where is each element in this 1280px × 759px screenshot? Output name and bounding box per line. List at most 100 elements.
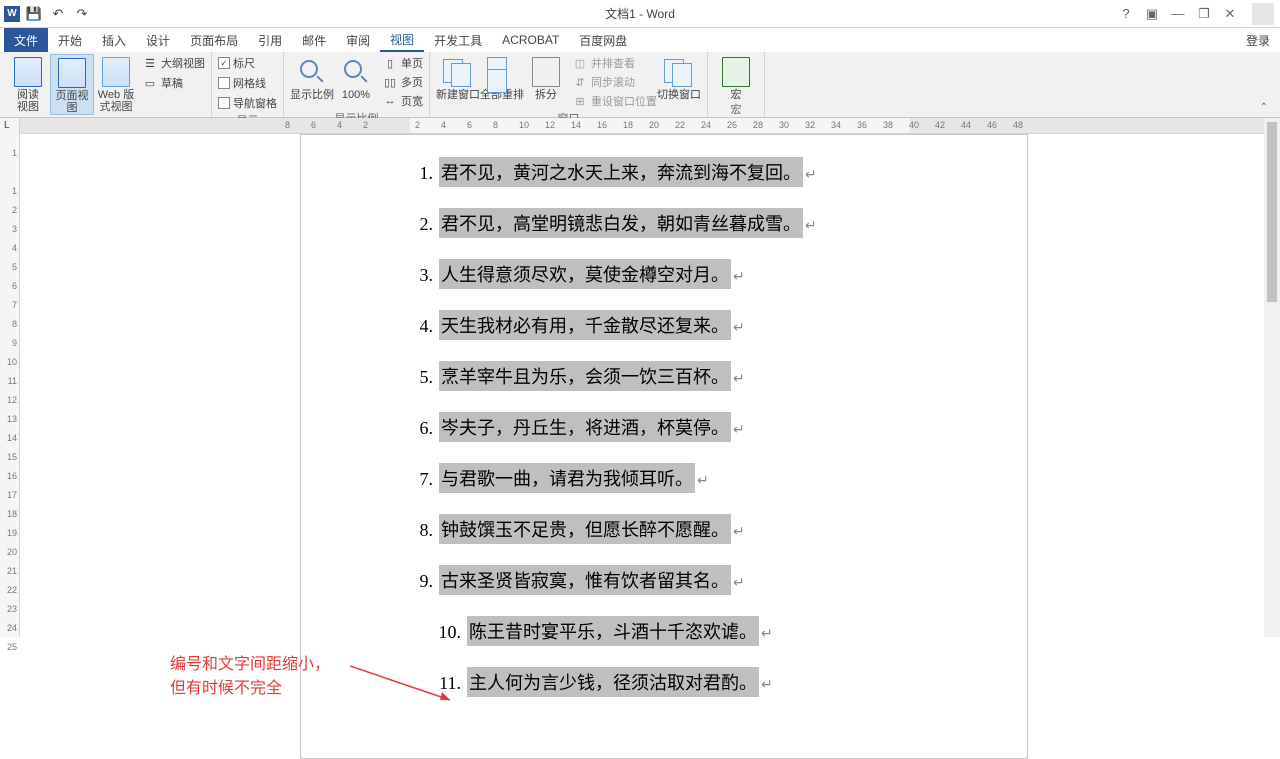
tab-developer[interactable]: 开发工具	[424, 28, 492, 52]
nav-pane-checkbox[interactable]: 导航窗格	[218, 94, 277, 112]
minimize-icon[interactable]: —	[1168, 4, 1188, 24]
ruler-tick: 16	[7, 471, 17, 481]
list-item[interactable]: 1.君不见，黄河之水天上来，奔流到海不复回。↵	[405, 157, 1027, 187]
draft-icon: ▭	[142, 76, 158, 90]
list-item[interactable]: 3.人生得意须尽欢，莫使金樽空对月。↵	[405, 259, 1027, 289]
ribbon: 阅读 视图 页面视图 Web 版式视图 ☰大纲视图 ▭草稿 视图 ✓标尺 网格线…	[0, 52, 1280, 118]
tab-references[interactable]: 引用	[248, 28, 292, 52]
outline-view-button[interactable]: ☰大纲视图	[142, 54, 205, 72]
window-controls: ? ▣ — ❐ ✕	[1116, 3, 1280, 25]
ruler-tick: 22	[7, 585, 17, 595]
print-layout-button[interactable]: 页面视图	[50, 54, 94, 115]
tab-acrobat[interactable]: ACROBAT	[492, 28, 569, 52]
multi-page-button[interactable]: ▯▯多页	[382, 73, 423, 91]
list-text[interactable]: 钟鼓馔玉不足贵，但愿长醉不愿醒。	[439, 514, 731, 544]
zoom-100-button[interactable]: 100%	[334, 54, 378, 101]
undo-icon[interactable]: ↶	[48, 4, 68, 24]
ruler-tick: 20	[649, 120, 659, 130]
list-number: 5.	[405, 367, 433, 388]
list-item[interactable]: 5.烹羊宰牛且为乐，会须一饮三百杯。↵	[405, 361, 1027, 391]
macros-button[interactable]: 宏	[714, 54, 758, 101]
ruler-tick: 14	[571, 120, 581, 130]
new-window-button[interactable]: 新建窗口	[436, 54, 480, 101]
close-icon[interactable]: ✕	[1220, 4, 1240, 24]
group-macros-label: 宏	[714, 101, 758, 119]
ruler-checkbox[interactable]: ✓标尺	[218, 54, 255, 72]
zoom-button[interactable]: 显示比例	[290, 54, 334, 101]
list-text[interactable]: 人生得意须尽欢，莫使金樽空对月。	[439, 259, 731, 289]
document-scroll: 8642246810121416182022242628303234363840…	[20, 118, 1280, 637]
list-item[interactable]: 2.君不见，高堂明镜悲白发，朝如青丝暮成雪。↵	[405, 208, 1027, 238]
account-avatar[interactable]	[1252, 3, 1274, 25]
tab-mailings[interactable]: 邮件	[292, 28, 336, 52]
group-views: 阅读 视图 页面视图 Web 版式视图 ☰大纲视图 ▭草稿 视图	[0, 52, 212, 117]
tab-baidupan[interactable]: 百度网盘	[569, 28, 637, 52]
horizontal-ruler[interactable]: 8642246810121416182022242628303234363840…	[20, 118, 1280, 134]
list-item[interactable]: 6.岑夫子，丹丘生，将进酒，杯莫停。↵	[405, 412, 1027, 442]
list-text[interactable]: 君不见，高堂明镜悲白发，朝如青丝暮成雪。	[439, 208, 803, 238]
ruler-tick: 11	[8, 376, 17, 386]
list-text[interactable]: 天生我材必有用，千金散尽还复来。	[439, 310, 731, 340]
scrollbar-thumb[interactable]	[1267, 122, 1277, 302]
tab-layout[interactable]: 页面布局	[180, 28, 248, 52]
ruler-tick: 17	[7, 490, 17, 500]
page-width-button[interactable]: ↔页宽	[382, 92, 423, 110]
macros-icon	[720, 56, 752, 88]
document-area: L 11234567891011121314151617181920212223…	[0, 118, 1280, 637]
quick-access-toolbar: W 💾 ↶ ↷	[0, 4, 96, 24]
paragraph-mark-icon: ↵	[697, 472, 709, 489]
restore-icon[interactable]: ❐	[1194, 4, 1214, 24]
ruler-tick: 46	[987, 120, 997, 130]
sign-in-link[interactable]: 登录	[1246, 32, 1270, 49]
vertical-ruler[interactable]: L 11234567891011121314151617181920212223…	[0, 118, 20, 637]
tab-home[interactable]: 开始	[48, 28, 92, 52]
list-text[interactable]: 主人何为言少钱，径须沽取对君酌。	[467, 667, 759, 697]
new-window-icon	[442, 56, 474, 88]
web-layout-button[interactable]: Web 版式视图	[94, 54, 138, 113]
ruler-tick: 8	[12, 319, 17, 329]
word-app-icon[interactable]: W	[4, 6, 20, 22]
list-text[interactable]: 岑夫子，丹丘生，将进酒，杯莫停。	[439, 412, 731, 442]
tab-review[interactable]: 审阅	[336, 28, 380, 52]
list-text[interactable]: 君不见，黄河之水天上来，奔流到海不复回。	[439, 157, 803, 187]
tab-file[interactable]: 文件	[4, 28, 48, 52]
gridlines-checkbox[interactable]: 网格线	[218, 74, 266, 92]
ruler-tick: 4	[337, 120, 342, 130]
list-number: 4.	[405, 316, 433, 337]
web-layout-icon	[100, 56, 132, 88]
ribbon-options-icon[interactable]: ▣	[1142, 4, 1162, 24]
ruler-tick: 2	[415, 120, 420, 130]
split-button[interactable]: 拆分	[524, 54, 568, 101]
switch-windows-button[interactable]: 切换窗口	[657, 54, 701, 101]
arrange-all-button[interactable]: 全部重排	[480, 54, 524, 101]
group-window: 新建窗口 全部重排 拆分 ◫并排查看 ⇵同步滚动 ⊞重设窗口位置 切换窗口 窗口	[430, 52, 708, 117]
ruler-tick: 38	[883, 120, 893, 130]
checkbox-checked-icon: ✓	[218, 57, 230, 69]
list-item[interactable]: 9.古来圣贤皆寂寞，惟有饮者留其名。↵	[405, 565, 1027, 595]
list-text[interactable]: 古来圣贤皆寂寞，惟有饮者留其名。	[439, 565, 731, 595]
collapse-ribbon-icon[interactable]: ⌃	[1260, 102, 1268, 113]
tab-insert[interactable]: 插入	[92, 28, 136, 52]
list-text[interactable]: 与君歌一曲，请君为我倾耳听。	[439, 463, 695, 493]
list-text[interactable]: 烹羊宰牛且为乐，会须一饮三百杯。	[439, 361, 731, 391]
tab-view[interactable]: 视图	[380, 28, 424, 52]
list-item[interactable]: 7.与君歌一曲，请君为我倾耳听。↵	[405, 463, 1027, 493]
reading-view-button[interactable]: 阅读 视图	[6, 54, 50, 113]
list-item[interactable]: 8.钟鼓馔玉不足贵，但愿长醉不愿醒。↵	[405, 514, 1027, 544]
save-icon[interactable]: 💾	[24, 4, 44, 24]
ruler-tick: 22	[675, 120, 685, 130]
list-number: 2.	[405, 214, 433, 235]
one-page-button[interactable]: ▯单页	[382, 54, 423, 72]
redo-icon[interactable]: ↷	[72, 4, 92, 24]
ruler-tick: 48	[1013, 120, 1023, 130]
vertical-scrollbar[interactable]	[1264, 118, 1280, 637]
list-item[interactable]: 11.主人何为言少钱，径须沽取对君酌。↵	[419, 667, 1027, 697]
tab-design[interactable]: 设计	[136, 28, 180, 52]
ruler-tick: 25	[7, 642, 17, 652]
ruler-tick: 23	[7, 604, 17, 614]
list-text[interactable]: 陈王昔时宴平乐，斗酒十千恣欢谑。	[467, 616, 759, 646]
help-icon[interactable]: ?	[1116, 4, 1136, 24]
list-item[interactable]: 4.天生我材必有用，千金散尽还复来。↵	[405, 310, 1027, 340]
list-item[interactable]: 10.陈王昔时宴平乐，斗酒十千恣欢谑。↵	[419, 616, 1027, 646]
draft-view-button[interactable]: ▭草稿	[142, 74, 205, 92]
